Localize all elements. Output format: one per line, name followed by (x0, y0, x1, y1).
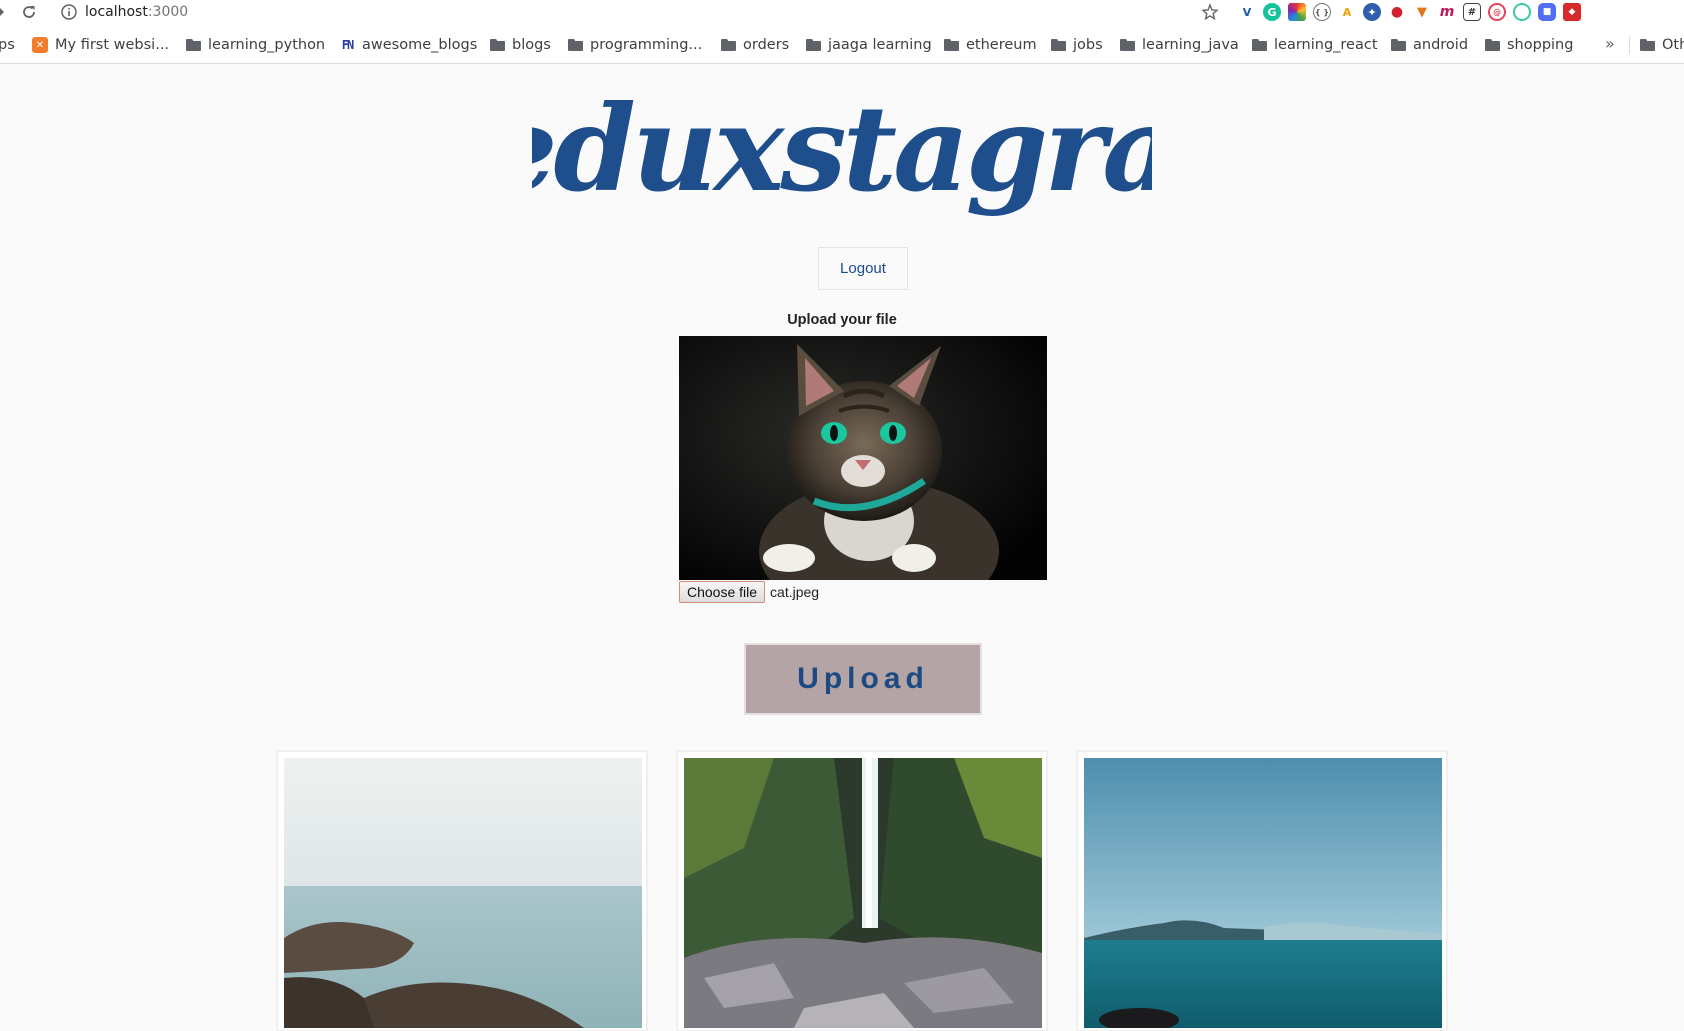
bookmark-ethereum[interactable]: ethereum (944, 35, 1037, 55)
bookmarks-overflow-chevron[interactable]: » (1605, 34, 1615, 53)
bookmark-other[interactable]: Oth (1640, 35, 1684, 55)
bookmarks-separator (1629, 36, 1630, 54)
bookmark-label: jobs (1073, 37, 1103, 53)
translate-extension-icon[interactable]: A (1338, 3, 1356, 21)
bookmark-label: Oth (1662, 37, 1684, 53)
shoreline-photo (284, 758, 642, 1028)
gallery-card[interactable] (677, 751, 1047, 1031)
bookmark-label: programming... (590, 37, 703, 53)
folder-icon (490, 39, 505, 51)
bookmark-programming[interactable]: programming... (568, 35, 702, 55)
app-logo: Reduxstagram (0, 70, 1684, 250)
bookmark-label: awesome_blogs (362, 37, 478, 53)
folder-icon (1120, 39, 1135, 51)
bookmark-jaaga-learning[interactable]: jaaga learning (806, 35, 932, 55)
choose-file-button[interactable]: Choose file (679, 581, 766, 603)
cat-photo (679, 336, 1047, 580)
grammarly-extension-icon[interactable]: G (1263, 3, 1281, 21)
bookmark-orders[interactable]: orders (721, 35, 789, 55)
bookmark-jobs[interactable]: jobs (1051, 35, 1103, 55)
site-info-icon[interactable] (60, 3, 78, 21)
url-field[interactable]: localhost:3000 (85, 3, 188, 21)
extensions-toolbar: V G { } A ✦ ● ▼ m # @ ■ ◆ (1238, 3, 1581, 23)
browser-address-bar: localhost:3000 V G { } A ✦ ● ▼ m # @ ■ ◆ (0, 0, 1684, 26)
bookmark-label: ethereum (966, 37, 1037, 53)
gallery-photo (684, 758, 1042, 1028)
m-extension-icon[interactable]: m (1438, 3, 1456, 21)
bookmark-apps[interactable]: ps (0, 35, 15, 55)
gallery-photo (1084, 758, 1442, 1028)
bookmark-learning-react[interactable]: learning_react (1252, 35, 1378, 55)
bookmark-learning-java[interactable]: learning_java (1120, 35, 1239, 55)
url-port: :3000 (147, 4, 189, 20)
folder-icon (806, 39, 821, 51)
folder-icon (1485, 39, 1500, 51)
folder-icon (944, 39, 959, 51)
folder-icon (1640, 39, 1655, 51)
forward-arrow-icon[interactable] (0, 6, 8, 18)
app-title: Reduxstagram (532, 79, 1152, 218)
gallery-card[interactable] (277, 751, 647, 1031)
bookmark-my-first-website[interactable]: ✕ My first websi... (32, 35, 169, 55)
bookmark-blogs[interactable]: blogs (490, 35, 551, 55)
network-extension-icon[interactable]: ✦ (1363, 3, 1381, 21)
bookmark-label: learning_java (1142, 37, 1239, 53)
grid-extension-icon[interactable]: # (1463, 3, 1481, 21)
upload-prompt: Upload your file (787, 312, 897, 328)
reload-icon[interactable] (20, 3, 38, 21)
code-extension-icon[interactable]: { } (1313, 3, 1331, 21)
waterfall-photo (684, 758, 1042, 1028)
chosen-file-name: cat.jpeg (770, 584, 820, 600)
logout-button[interactable]: Logout (818, 247, 908, 290)
bookmark-label: ps (0, 37, 15, 53)
gallery-card[interactable] (1077, 751, 1447, 1031)
sea-island-photo (1084, 758, 1442, 1028)
bookmark-label: blogs (512, 37, 551, 53)
fn-icon: FN (341, 38, 354, 52)
gallery-photo (284, 758, 642, 1028)
bookmark-label: jaaga learning (828, 37, 932, 53)
bookmark-label: learning_react (1274, 37, 1378, 53)
xampp-icon: ✕ (32, 37, 48, 53)
color-picker-extension-icon[interactable] (1288, 3, 1306, 21)
bookmark-shopping[interactable]: shopping (1485, 35, 1573, 55)
folder-icon (568, 39, 583, 51)
folder-icon (1051, 39, 1066, 51)
red-extension-icon[interactable]: ◆ (1563, 3, 1581, 21)
location-pin-extension-icon[interactable]: ● (1388, 3, 1406, 21)
file-input: Choose file cat.jpeg (679, 581, 819, 603)
bookmark-label: shopping (1507, 37, 1574, 53)
upload-button[interactable]: Upload (744, 643, 982, 715)
folder-icon (186, 39, 201, 51)
bookmark-star-icon[interactable] (1201, 3, 1219, 21)
image-preview (679, 336, 1047, 580)
spiral-extension-icon[interactable]: @ (1488, 3, 1506, 21)
bookmark-label: android (1413, 37, 1469, 53)
bookmark-label: My first websi... (55, 37, 170, 53)
folder-icon (1391, 39, 1406, 51)
refresh-extension-icon[interactable] (1513, 3, 1531, 21)
bookmark-learning-python[interactable]: learning_python (186, 35, 325, 55)
zoom-extension-icon[interactable]: ■ (1538, 3, 1556, 21)
folder-icon (1252, 39, 1267, 51)
app-logo-wordmark: Reduxstagram (532, 79, 1152, 219)
bookmark-android[interactable]: android (1391, 35, 1468, 55)
metamask-extension-icon[interactable]: ▼ (1413, 3, 1431, 21)
bookmark-awesome-blogs[interactable]: FN awesome_blogs (339, 35, 477, 55)
vimeo-extension-icon[interactable]: V (1238, 3, 1256, 21)
bookmark-label: learning_python (208, 37, 326, 53)
bookmarks-bar: ps ✕ My first websi... learning_python FN… (0, 26, 1684, 64)
bookmark-label: orders (743, 37, 790, 53)
url-host: localhost (85, 4, 148, 20)
folder-icon (721, 39, 736, 51)
